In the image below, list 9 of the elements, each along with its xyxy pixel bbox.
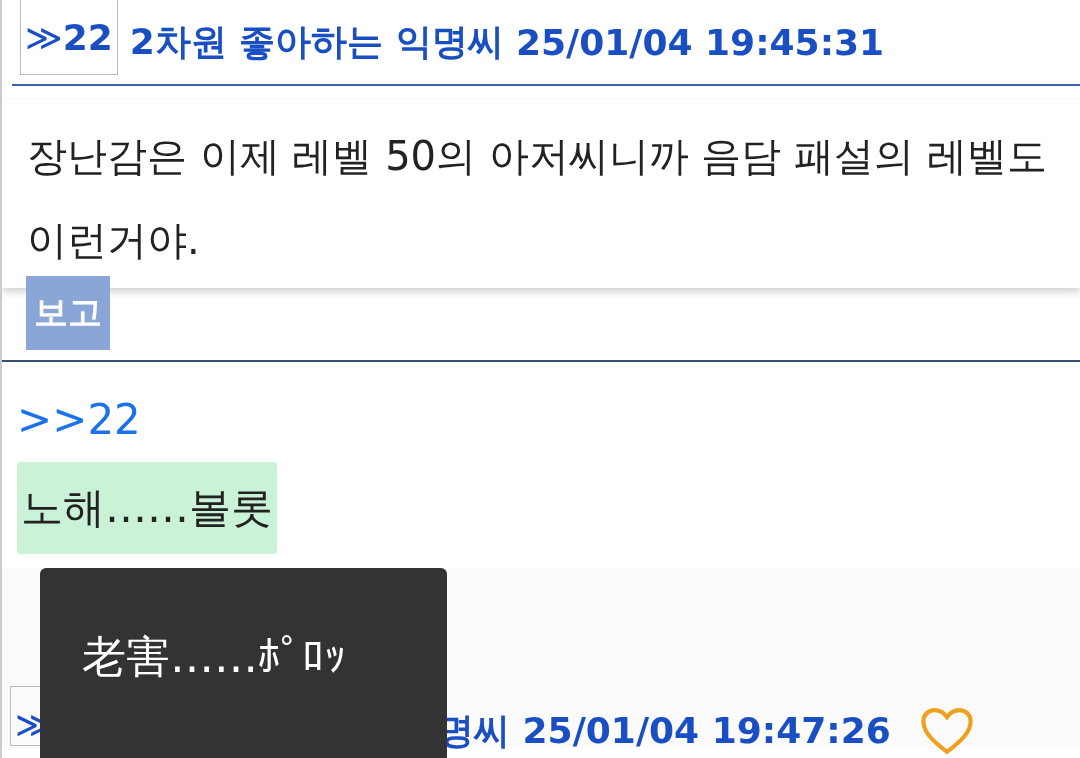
post-author: 2차원 좋아하는 익명씨 [129,19,504,64]
reply-anchor-link[interactable]: >>22 [17,392,1080,448]
heart-icon[interactable] [918,706,975,756]
tooltip-text: 老害……ﾎﾟﾛｯ [82,630,346,684]
popup-text: 장난감은 이제 레벨 50의 아저씨니까 음담 패설의 레벨도 이런거야. [27,132,1048,265]
reply-text: 노해……볼롯 [17,462,277,554]
reply-number-link[interactable]: ≫22 [20,0,118,75]
report-button[interactable]: 보고 [26,276,110,350]
post-timestamp: 25/01/04 19:45:31 [515,21,885,63]
